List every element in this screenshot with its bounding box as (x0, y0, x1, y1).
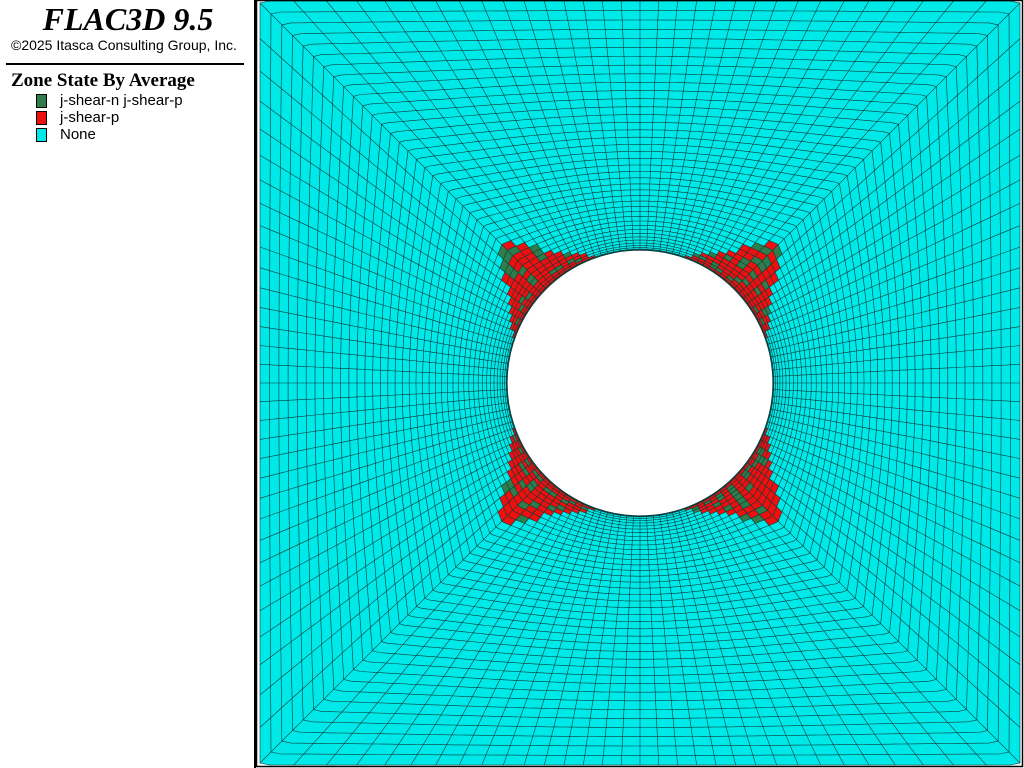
legend-divider (6, 63, 244, 65)
model-viewport[interactable] (256, 0, 1024, 768)
legend-title: Zone State By Average (11, 70, 195, 91)
legend-swatch-j-shear-n-j-shear-p (36, 94, 47, 108)
copyright-notice: ©2025 Itasca Consulting Group, Inc. (11, 37, 237, 53)
legend-label: j-shear-p (60, 109, 120, 126)
legend-label: j-shear-n j-shear-p (60, 92, 183, 109)
tunnel-opening (506, 249, 774, 517)
legend-label: None (60, 126, 96, 143)
legend-swatch-none (36, 128, 47, 142)
app-title: FLAC3D 9.5 (42, 1, 214, 37)
legend-panel: FLAC3D 9.5 ©2025 Itasca Consulting Group… (0, 0, 256, 768)
legend-swatch-j-shear-p (36, 111, 47, 125)
